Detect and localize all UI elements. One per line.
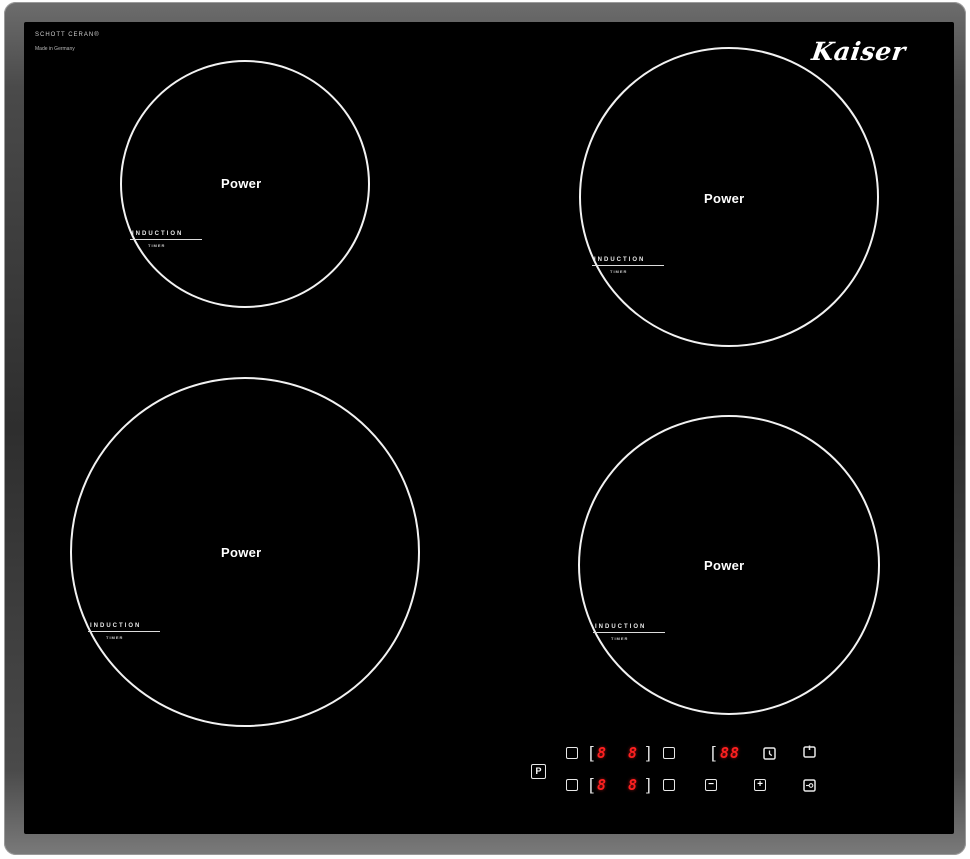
power-level-display: 8 <box>597 776 608 794</box>
power-icon[interactable] <box>803 745 816 758</box>
made-in-text: Made in Germany <box>35 46 75 52</box>
zone-power-label: Power <box>704 558 745 573</box>
zone-power-label: Power <box>221 176 262 191</box>
glass-maker-text: SCHOTT CERAN® <box>35 32 100 38</box>
zone-select-button[interactable] <box>663 779 675 791</box>
display-bracket: [ <box>589 743 594 762</box>
induction-marker: INDUCTION TIMER <box>130 231 202 248</box>
induction-marker: INDUCTION TIMER <box>88 623 160 640</box>
schott-ceran-mark: SCHOTT CERAN® Made in Germany <box>35 32 100 52</box>
zone-select-button[interactable] <box>566 747 578 759</box>
induction-marker: INDUCTION TIMER <box>592 257 664 274</box>
divider <box>593 632 665 633</box>
zone-power-label: Power <box>704 191 745 206</box>
display-bracket: ] <box>646 775 651 794</box>
zone-select-button[interactable] <box>566 779 578 791</box>
divider <box>130 239 202 240</box>
timer-text: TIMER <box>611 636 629 641</box>
clock-icon[interactable] <box>763 747 776 760</box>
brand-logo: Kaiser <box>809 37 908 66</box>
timer-text: TIMER <box>610 269 628 274</box>
timer-text: TIMER <box>148 243 166 248</box>
timer-text: TIMER <box>106 635 124 640</box>
minus-button[interactable]: − <box>705 779 717 791</box>
induction-text: INDUCTION <box>595 624 647 630</box>
induction-text: INDUCTION <box>594 257 646 263</box>
zone-select-button[interactable] <box>663 747 675 759</box>
display-bracket: ] <box>646 743 651 762</box>
power-level-display: 8 <box>628 776 639 794</box>
power-level-display: 8 <box>597 744 608 762</box>
zone-power-label: Power <box>221 545 262 560</box>
display-bracket: [ <box>589 775 594 794</box>
induction-text: INDUCTION <box>132 231 184 237</box>
timer-display: 88 <box>720 744 741 762</box>
divider <box>88 631 160 632</box>
plus-button[interactable]: + <box>754 779 766 791</box>
program-p-button[interactable]: P <box>531 764 546 779</box>
divider <box>592 265 664 266</box>
power-level-display: 8 <box>628 744 639 762</box>
induction-text: INDUCTION <box>90 623 142 629</box>
display-bracket: [ <box>711 743 716 762</box>
induction-marker: INDUCTION TIMER <box>593 624 665 641</box>
lock-icon[interactable] <box>803 779 816 792</box>
